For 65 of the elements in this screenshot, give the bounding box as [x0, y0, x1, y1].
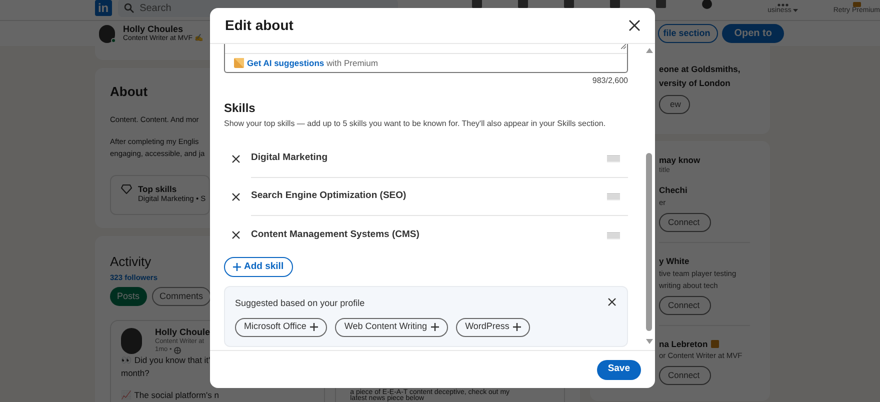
save-button[interactable]: Save: [596, 360, 641, 380]
top-skills-title: Top skills: [138, 184, 178, 194]
profile-button[interactable]: Open to: [722, 24, 784, 43]
connect-button[interactable]: Connect: [659, 296, 711, 314]
skills-hint: Show your top skills — add up to 5 skills you want to be known for. They'll also appear in your Skills section.: [224, 118, 607, 130]
person-name: y White: [659, 254, 690, 268]
connect-button[interactable]: Connect: [659, 366, 711, 386]
card-text: eone at Goldsmiths,: [659, 63, 742, 76]
logo[interactable]: in: [95, 0, 112, 16]
drag-handle-icon[interactable]: [607, 232, 620, 238]
premium-icon: [852, 2, 861, 7]
plus-icon: [233, 263, 241, 271]
drag-handle-icon[interactable]: [607, 155, 620, 162]
skill-name: Digital Marketing: [251, 151, 328, 166]
connect-button[interactable]: Connect: [659, 212, 711, 232]
profile-button[interactable]: file section: [658, 24, 718, 43]
suggested-skill-chip[interactable]: Web Content Writing: [335, 318, 448, 336]
close-icon: [232, 193, 240, 201]
close-icon: [232, 155, 240, 163]
premium-prompt: Get AI suggestions with Premium: [247, 56, 378, 70]
post-text: 📈 The social platform's n: [121, 388, 220, 402]
drag-handle-icon[interactable]: [607, 193, 620, 200]
plus-icon: [431, 323, 440, 331]
premium-icon: [234, 58, 244, 68]
scroll-down-icon: [646, 339, 652, 344]
scroll-up-icon: [646, 48, 652, 53]
card-title: may know: [659, 155, 702, 166]
post-text: 👀 Did you know that it': [121, 354, 212, 367]
view-button[interactable]: ew: [659, 95, 690, 114]
about-textarea[interactable]: Get AI suggestions with Premium: [224, 44, 628, 73]
resize-handle-icon: [621, 44, 626, 49]
section-title: Skills: [224, 101, 256, 116]
close-icon: [232, 231, 240, 239]
linkedin-badge-icon: [710, 340, 719, 348]
plus-icon: [310, 323, 318, 331]
avatar: [121, 328, 142, 354]
person-name: na Lebreton: [659, 338, 708, 350]
section-title: About: [110, 83, 148, 101]
plus-icon: [513, 323, 522, 331]
dialog-title: Edit about: [225, 16, 294, 35]
card-text: versity of London: [659, 77, 732, 90]
close-button[interactable]: [607, 297, 617, 308]
close-icon: [628, 20, 640, 31]
section-title: Activity: [110, 253, 152, 271]
skill-name: Search Engine Optimization (SEO): [251, 189, 406, 204]
close-button[interactable]: [627, 18, 641, 32]
close-icon: [608, 298, 616, 306]
skill-name: Content Management Systems (CMS): [251, 228, 420, 242]
diamond-icon: [121, 184, 132, 194]
globe-icon: [174, 346, 181, 354]
post-author: Holly Choule: [155, 326, 210, 338]
add-skill-button[interactable]: Add skill: [224, 257, 293, 277]
suggestions-title: Suggested based on your profile: [235, 297, 365, 310]
person-name: Chechi: [659, 184, 688, 197]
suggested-skill-chip[interactable]: WordPress: [456, 318, 530, 336]
post-text: month?: [121, 367, 150, 380]
profile-name: Holly Choules: [123, 24, 184, 34]
search-icon: [124, 3, 134, 13]
caret-icon: [793, 8, 798, 12]
more-icon: [776, 2, 789, 6]
avatar-icon[interactable]: [700, 0, 713, 9]
filter-tab[interactable]: Posts: [110, 286, 147, 306]
ai-suggestions-link[interactable]: Get AI suggestions: [247, 58, 324, 68]
character-counter: 983/2,600: [592, 75, 628, 87]
suggested-skill-chip[interactable]: Microsoft Office: [235, 318, 328, 336]
